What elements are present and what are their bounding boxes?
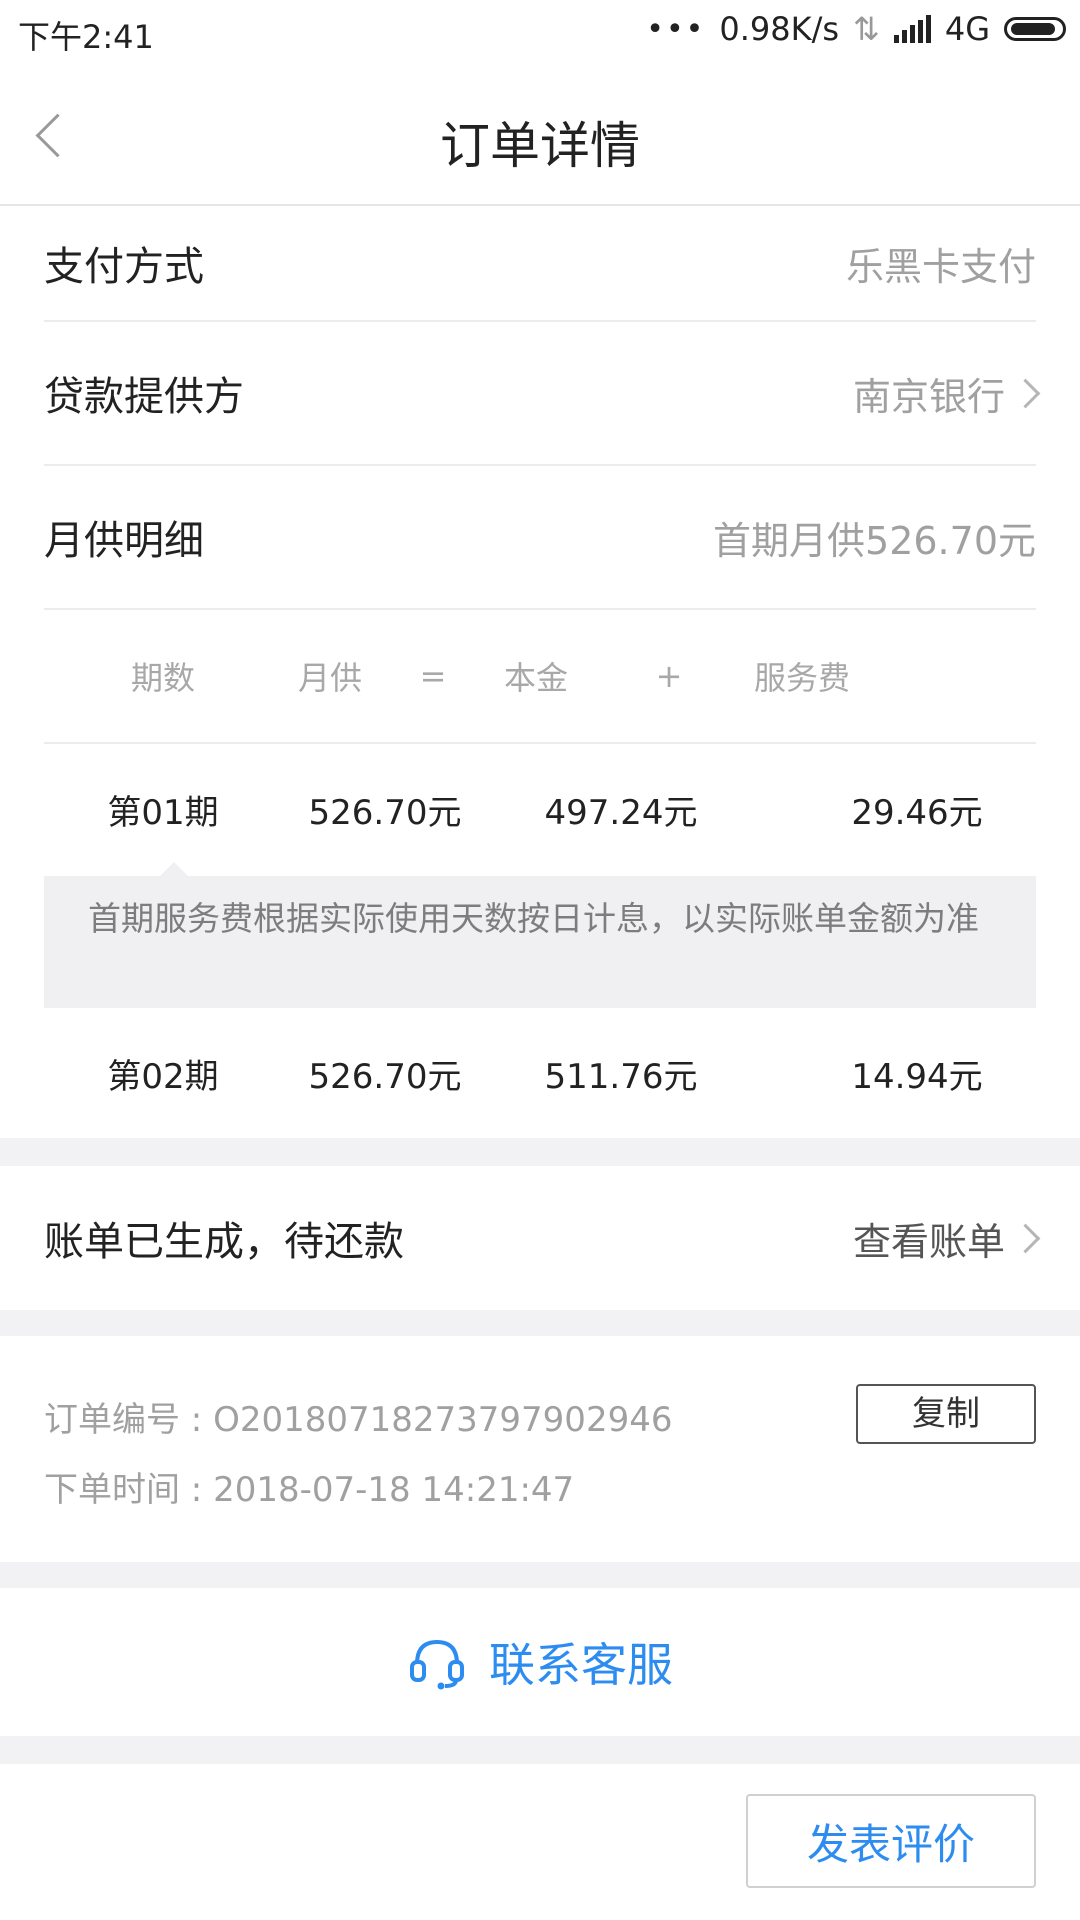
payment-method-row: 支付方式 乐黑卡支付 — [44, 206, 1036, 322]
write-review-button[interactable]: 发表评价 — [746, 1794, 1036, 1888]
contact-service-button[interactable]: 联系客服 — [0, 1632, 1080, 1692]
monthly-detail-label: 月供明细 — [44, 518, 204, 564]
row-principal: 497.24元 — [544, 792, 698, 833]
more-dots-icon: ••• — [646, 11, 706, 47]
first-period-tip: 首期服务费根据实际使用天数按日计息，以实际账单金额为准 — [44, 862, 1036, 1008]
bill-row[interactable]: 账单已生成，待还款 查看账单 — [44, 1166, 1041, 1310]
monthly-detail-row: 月供明细 首期月供526.70元 — [44, 466, 1036, 610]
row-period: 第02期 — [107, 1056, 219, 1097]
monthly-detail-value: 首期月供526.70元 — [713, 518, 1036, 563]
network-type: 4G — [944, 10, 990, 48]
payment-method-label: 支付方式 — [44, 244, 204, 290]
copy-button[interactable]: 复制 — [856, 1384, 1036, 1444]
view-bill-label: 查看账单 — [852, 1219, 1005, 1264]
status-icons: ••• 0.98K/s ⇅ 4G — [646, 10, 1066, 48]
installment-table-header: 期数 月供 = 本金 + 服务费 — [44, 610, 1036, 744]
chevron-right-icon — [1010, 378, 1041, 408]
network-speed: 0.98K/s — [719, 10, 840, 48]
row-fee: 29.46元 — [851, 792, 983, 833]
order-time: 下单时间 : 2018-07-18 14:21:47 — [44, 1470, 575, 1510]
header-plus: + — [655, 657, 683, 695]
order-info-card — [0, 1336, 1080, 1562]
table-row: 第02期 526.70元 511.76元 14.94元 — [44, 1008, 1036, 1138]
row-fee: 14.94元 — [851, 1056, 983, 1097]
bill-status: 账单已生成，待还款 — [44, 1219, 404, 1265]
headset-icon — [410, 1639, 464, 1690]
header-period: 期数 — [130, 659, 195, 697]
row-monthly: 526.70元 — [308, 792, 462, 833]
row-principal: 511.76元 — [544, 1056, 698, 1097]
payment-card: 支付方式 乐黑卡支付 贷款提供方 南京银行 月供明细 首期月供526.70元 期… — [0, 206, 1080, 1138]
chevron-right-icon — [1010, 1223, 1041, 1253]
status-bar: 下午2:41 ••• 0.98K/s ⇅ 4G — [0, 0, 1080, 62]
status-time: 下午2:41 — [18, 18, 154, 56]
table-row: 第01期 526.70元 497.24元 29.46元 — [44, 744, 1036, 874]
view-bill-link[interactable]: 查看账单 — [852, 1211, 1041, 1266]
header-principal: 本金 — [503, 659, 568, 697]
nav-bar: 订单详情 — [0, 62, 1080, 206]
bill-card[interactable]: 账单已生成，待还款 查看账单 — [0, 1166, 1080, 1310]
lender-value: 南京银行 — [852, 374, 1005, 419]
row-period: 第01期 — [107, 792, 219, 833]
order-number: 订单编号 : O20180718273797902946 — [44, 1400, 673, 1440]
data-transfer-icon: ⇅ — [853, 10, 880, 48]
contact-service-label: 联系客服 — [489, 1638, 673, 1692]
payment-method-value: 乐黑卡支付 — [845, 244, 1036, 289]
page-title: 订单详情 — [440, 117, 640, 175]
header-equals: = — [419, 657, 447, 695]
header-monthly: 月供 — [297, 659, 362, 697]
lender-value-wrap: 南京银行 — [852, 366, 1041, 421]
lender-row[interactable]: 贷款提供方 南京银行 — [44, 322, 1041, 466]
signal-icon — [893, 15, 931, 43]
lender-label: 贷款提供方 — [44, 374, 244, 420]
header-fee: 服务费 — [754, 659, 851, 697]
row-monthly: 526.70元 — [308, 1056, 462, 1097]
battery-icon — [1004, 17, 1066, 41]
